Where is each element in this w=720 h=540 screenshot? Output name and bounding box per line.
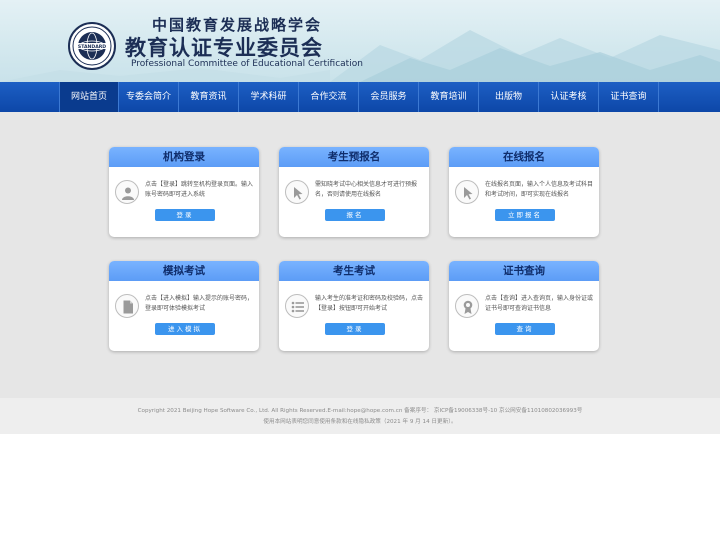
card-description: 点击【查询】进入查询页，输入身份证或证书号即可查询证书信息	[485, 295, 594, 312]
nav-item-membership[interactable]: 会员服务	[359, 82, 419, 112]
logo-text: STANDARD	[78, 44, 106, 50]
card-description: 需知晓考试中心相关信息才可进行预报名，否则请使用在线报名	[315, 181, 418, 198]
nav-item-cooperation[interactable]: 合作交流	[299, 82, 359, 112]
nav-item-research[interactable]: 学术科研	[239, 82, 299, 112]
card-description: 输入考生的准考证和密码及校验码，点击【登录】按钮即可开始考试	[315, 295, 424, 312]
logo-seal: STANDARD	[68, 22, 116, 70]
main-nav: 网站首页 专委会简介 教育资讯 学术科研 合作交流 会员服务 教育培训 出版物 …	[0, 82, 720, 112]
card-pre-registration: 考生预报名 需知晓考试中心相关信息才可进行预报名，否则请使用在线报名 报名	[279, 147, 429, 237]
register-now-button[interactable]: 立即报名	[495, 209, 555, 221]
footer: Copyright 2021 Beijing Hope Software Co.…	[0, 398, 720, 434]
pre-register-button[interactable]: 报名	[325, 209, 385, 221]
nav-item-home[interactable]: 网站首页	[59, 82, 119, 112]
card-certificate-query: 证书查询 点击【查询】进入查询页，输入身份证或证书号即可查询证书信息 查询	[449, 261, 599, 351]
cursor-icon	[455, 180, 479, 204]
committee-name: 教育认证专业委员会	[125, 36, 323, 60]
card-description: 点击【登录】跳转至机构登录页面。输入账号密码即可进入系统	[145, 181, 254, 198]
nav-item-news[interactable]: 教育资讯	[179, 82, 239, 112]
card-title: 考生预报名	[279, 147, 429, 167]
nav-item-training[interactable]: 教育培训	[419, 82, 479, 112]
card-online-registration: 在线报名 在线报名页面，输入个人信息及考试科目和考试时间，即可实现在线报名 立即…	[449, 147, 599, 237]
card-title: 模拟考试	[109, 261, 259, 281]
footer-copyright: Copyright 2021 Beijing Hope Software Co.…	[137, 408, 583, 414]
user-icon	[115, 180, 139, 204]
enter-mock-exam-button[interactable]: 进入模拟	[155, 323, 215, 335]
service-panel: 机构登录 点击【登录】跳转至机构登录页面。输入账号密码即可进入系统 登录 考生预…	[0, 112, 720, 398]
nav-item-certificate-query[interactable]: 证书查询	[599, 82, 659, 112]
card-title: 证书查询	[449, 261, 599, 281]
certificate-query-button[interactable]: 查询	[495, 323, 555, 335]
card-title: 考生考试	[279, 261, 429, 281]
institution-login-button[interactable]: 登录	[155, 209, 215, 221]
card-candidate-exam: 考生考试 输入考生的准考证和密码及校验码，点击【登录】按钮即可开始考试 登录	[279, 261, 429, 351]
document-icon	[115, 294, 139, 318]
list-icon	[285, 294, 309, 318]
site-header: STANDARD 中国教育发展战略学会 教育认证专业委员会 Profession…	[0, 0, 720, 82]
card-title: 在线报名	[449, 147, 599, 167]
committee-name-en: Professional Committee of Educational Ce…	[131, 59, 363, 69]
card-description: 点击【进入模拟】输入提示的账号密码，登录即可体验模拟考试	[145, 295, 254, 312]
card-description: 在线报名页面，输入个人信息及考试科目和考试时间，即可实现在线报名	[485, 181, 594, 198]
footer-terms[interactable]: 使用本网站表明您同意使用条款和在线隐私政策（2021 年 9 月 14 日更新）…	[0, 417, 720, 425]
card-title: 机构登录	[109, 147, 259, 167]
nav-item-about[interactable]: 专委会简介	[119, 82, 179, 112]
cursor-icon	[285, 180, 309, 204]
nav-item-publications[interactable]: 出版物	[479, 82, 539, 112]
award-icon	[455, 294, 479, 318]
card-institution-login: 机构登录 点击【登录】跳转至机构登录页面。输入账号密码即可进入系统 登录	[109, 147, 259, 237]
exam-login-button[interactable]: 登录	[325, 323, 385, 335]
card-mock-exam: 模拟考试 点击【进入模拟】输入提示的账号密码，登录即可体验模拟考试 进入模拟	[109, 261, 259, 351]
nav-item-certification[interactable]: 认证考核	[539, 82, 599, 112]
